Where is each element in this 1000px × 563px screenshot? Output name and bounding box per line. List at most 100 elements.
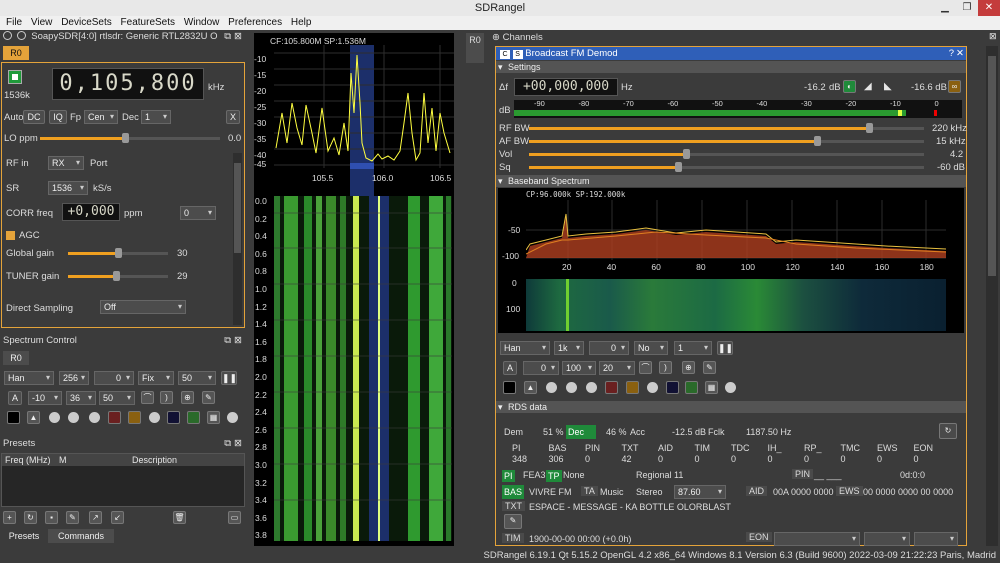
menu-featuresets[interactable]: FeatureSets: [121, 16, 175, 30]
main-waterfall[interactable]: [274, 196, 452, 541]
menu-view[interactable]: View: [31, 16, 53, 30]
global-gain-slider[interactable]: [68, 248, 168, 258]
menu-preferences[interactable]: Preferences: [228, 16, 282, 30]
baseband-spectrum[interactable]: CP:96.000k SP:192.000k -50 -100 20 40 60 80…: [498, 188, 964, 333]
toggle-icon[interactable]: [546, 382, 557, 393]
center-frequency[interactable]: 0,105,800: [52, 68, 204, 100]
target-icon[interactable]: ⊕: [181, 391, 194, 404]
menu-window[interactable]: Window: [184, 16, 220, 30]
agc-checkbox[interactable]: [6, 231, 15, 240]
menu-file[interactable]: File: [6, 16, 22, 30]
reset-icon[interactable]: ↻: [939, 423, 957, 439]
toggle-icon[interactable]: [49, 412, 60, 423]
main-spectrum-plot[interactable]: [254, 33, 454, 223]
pause-button[interactable]: ❚❚: [221, 371, 237, 385]
bb-pause-button[interactable]: ❚❚: [717, 341, 733, 355]
edit-preset-icon[interactable]: ✎: [66, 511, 79, 524]
help-icon[interactable]: ?: [949, 47, 954, 60]
offset-frequency[interactable]: +00,000,000: [514, 78, 618, 96]
color-black-icon[interactable]: [503, 381, 516, 394]
color-black-icon[interactable]: [7, 411, 20, 424]
squelch-slider[interactable]: [529, 162, 924, 172]
collapse-icon[interactable]: ▾: [498, 61, 503, 73]
rds-section-header[interactable]: ▾ RDS data: [496, 401, 966, 413]
fp-select[interactable]: Cen: [84, 110, 118, 124]
target-icon[interactable]: ⊕: [682, 361, 695, 374]
start-stop-button[interactable]: [8, 70, 22, 84]
float-icon[interactable]: ⧉: [224, 437, 231, 451]
wifi-icon[interactable]: ): [160, 391, 173, 404]
waterfall-icon[interactable]: [605, 381, 618, 394]
channels-add-icon[interactable]: ⊕: [492, 32, 500, 43]
col-freq[interactable]: Freq (MHz): [5, 454, 51, 466]
col-description[interactable]: Description: [132, 454, 177, 466]
direct-sampling-select[interactable]: Off: [100, 300, 186, 314]
linear-icon[interactable]: ⌒: [639, 361, 652, 374]
linear-icon[interactable]: ⌒: [141, 391, 154, 404]
fft-overlap-spin[interactable]: 0: [94, 371, 134, 385]
bb-range-spin[interactable]: 100: [562, 361, 596, 375]
stream-icon[interactable]: S: [512, 50, 523, 59]
bb-avg-mode-select[interactable]: No: [634, 341, 668, 355]
af-freq-select[interactable]: 87.60: [674, 485, 726, 499]
avg-select[interactable]: 50: [99, 391, 135, 405]
link-icon[interactable]: ∞: [948, 80, 961, 93]
af-bw-slider[interactable]: [529, 136, 924, 146]
toggle-icon[interactable]: [647, 382, 658, 393]
float-icon[interactable]: ⧉: [224, 334, 231, 348]
corr-select[interactable]: 0: [180, 206, 216, 220]
bb-avg-select[interactable]: 1: [674, 341, 712, 355]
export-preset-icon[interactable]: ↗: [89, 511, 102, 524]
bb-ref-spin[interactable]: 0: [523, 361, 559, 375]
bb-overlap-spin[interactable]: 0: [589, 341, 629, 355]
eon-select-2[interactable]: [864, 532, 910, 546]
tab-device-r0[interactable]: R0: [3, 46, 29, 60]
close-icon[interactable]: ✕: [956, 47, 964, 60]
collapse-icon[interactable]: ▾: [498, 175, 503, 187]
update-preset-icon[interactable]: ↻: [24, 511, 37, 524]
audio-mute-icon[interactable]: ◐: [843, 80, 856, 93]
fft-size-select[interactable]: 256: [59, 371, 89, 385]
toggle-icon[interactable]: [89, 412, 100, 423]
collapse-icon[interactable]: ▾: [498, 401, 503, 413]
3d-icon[interactable]: [167, 411, 180, 424]
tab-presets[interactable]: Presets: [2, 529, 46, 543]
corr-freq-value[interactable]: +0,000: [62, 203, 120, 221]
bb-fft-window-select[interactable]: Han: [500, 341, 550, 355]
toggle-icon[interactable]: [149, 412, 160, 423]
channel-index-icon[interactable]: C: [500, 50, 510, 59]
rf-bw-slider[interactable]: [529, 123, 924, 133]
eon-select-3[interactable]: [914, 532, 958, 546]
rf-in-select[interactable]: RX: [48, 156, 84, 170]
fft-window-select[interactable]: Han: [4, 371, 54, 385]
minimize-icon[interactable]: ▁: [934, 0, 956, 16]
reload-icon[interactable]: [16, 31, 26, 40]
grid-color-icon[interactable]: [187, 411, 200, 424]
close-dock-icon[interactable]: ⊠: [234, 30, 242, 44]
toggle-icon[interactable]: [227, 412, 238, 423]
histogram-icon[interactable]: [626, 381, 639, 394]
menu-devicesets[interactable]: DeviceSets: [61, 16, 112, 30]
tool-icon[interactable]: ✎: [703, 361, 716, 374]
grid-icon[interactable]: ▦: [207, 411, 220, 424]
load-preset-icon[interactable]: ▭: [228, 511, 241, 524]
fps-select[interactable]: 50: [178, 371, 216, 385]
baseband-waterfall[interactable]: [526, 279, 946, 331]
grid-color-icon[interactable]: [685, 381, 698, 394]
col-mode[interactable]: M: [59, 454, 67, 466]
bb-fps-select[interactable]: 20: [599, 361, 635, 375]
lo-ppm-slider[interactable]: [40, 133, 220, 143]
iq-button[interactable]: IQ: [49, 110, 67, 124]
spectrum-icon[interactable]: ▲: [27, 411, 40, 424]
3d-icon[interactable]: [666, 381, 679, 394]
grid-icon[interactable]: ▦: [705, 381, 718, 394]
spectrum-icon[interactable]: ▲: [524, 381, 537, 394]
eon-select-1[interactable]: [774, 532, 860, 546]
sr-select[interactable]: 1536: [48, 181, 88, 195]
tab-r0-side[interactable]: R0: [466, 33, 484, 63]
toggle-icon[interactable]: [68, 412, 79, 423]
save-preset-icon[interactable]: ▪: [45, 511, 58, 524]
toggle-icon[interactable]: [566, 382, 577, 393]
toggle-icon[interactable]: [586, 382, 597, 393]
close-dock-icon[interactable]: ⊠: [989, 31, 1000, 43]
